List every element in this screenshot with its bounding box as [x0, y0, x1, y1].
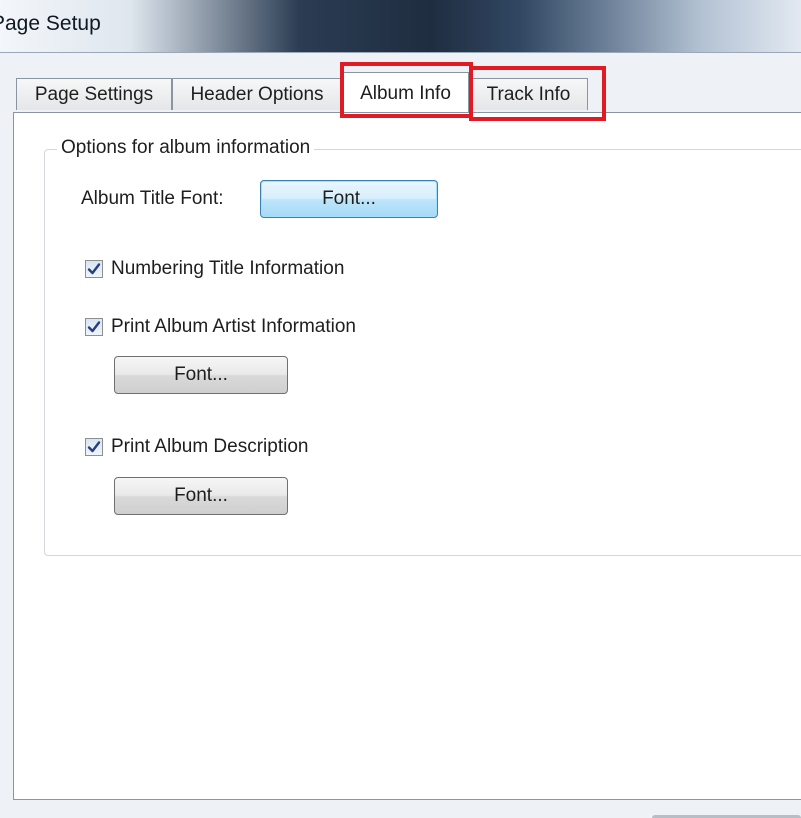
- album-description-font-button[interactable]: Font...: [114, 477, 288, 515]
- tab-header-options[interactable]: Header Options: [172, 78, 342, 110]
- numbering-title-label: Numbering Title Information: [111, 258, 345, 279]
- album-title-font-button[interactable]: Font...: [260, 180, 438, 218]
- tab-page-settings[interactable]: Page Settings: [16, 78, 172, 110]
- print-album-description-label: Print Album Description: [111, 436, 309, 457]
- album-artist-font-button[interactable]: Font...: [114, 356, 288, 394]
- tab-track-info[interactable]: Track Info: [469, 78, 588, 110]
- checkmark-icon: [87, 263, 101, 275]
- tab-album-info[interactable]: Album Info: [342, 72, 469, 112]
- checkmark-icon: [87, 441, 101, 453]
- numbering-title-checkbox[interactable]: [85, 260, 103, 278]
- window-title: Page Setup: [0, 12, 101, 35]
- print-album-description-checkbox[interactable]: [85, 438, 103, 456]
- checkmark-icon: [87, 321, 101, 333]
- album-info-panel: Options for album information Album Titl…: [13, 112, 801, 800]
- print-album-artist-checkbox[interactable]: [85, 318, 103, 336]
- title-bar[interactable]: Page Setup: [0, 0, 801, 53]
- groupbox-label: Options for album information: [57, 137, 315, 159]
- album-title-font-label: Album Title Font:: [81, 188, 224, 209]
- tab-strip: Page Settings Header Options Album Info …: [0, 72, 801, 113]
- print-album-artist-label: Print Album Artist Information: [111, 316, 356, 337]
